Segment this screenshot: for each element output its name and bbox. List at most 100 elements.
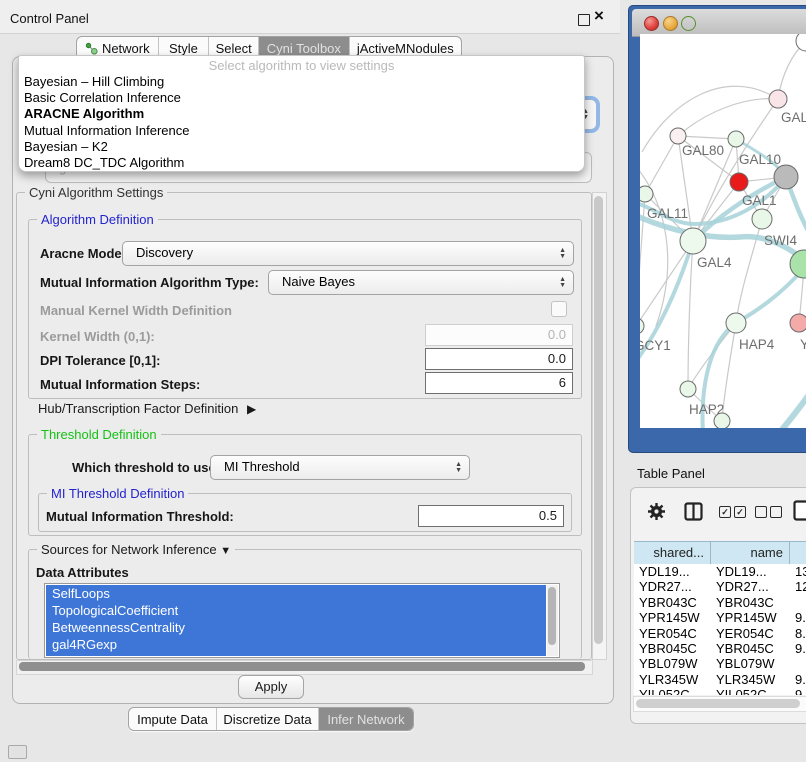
table-hscroll-thumb[interactable] [636, 699, 800, 708]
column-header-cut[interactable] [790, 542, 806, 564]
attribute-list-item[interactable]: SelfLoops [46, 585, 546, 602]
mi-steps-input[interactable]: 6 [425, 372, 573, 394]
aracne-mode-combobox[interactable]: Discovery ▲▼ [122, 241, 574, 266]
close-icon[interactable]: × [594, 6, 604, 26]
network-node-gal10[interactable] [728, 131, 744, 147]
combo-stepper-icon: ▲▼ [455, 462, 462, 474]
table-row[interactable]: YER054CYER054C8. [634, 626, 806, 641]
dpi-tolerance-input[interactable]: 0.0 [425, 348, 573, 370]
document-icon[interactable] [793, 500, 806, 521]
checked-box-icon[interactable]: ✓ [734, 506, 746, 518]
network-node-gal[interactable] [769, 90, 787, 108]
table-row[interactable]: YBR043CYBR043C [634, 595, 806, 610]
network-node-hap4[interactable] [726, 313, 746, 333]
kernel-width-input[interactable]: 0.0 [425, 324, 573, 346]
table-row[interactable]: YIL052CYIL052C9 [634, 687, 806, 695]
attribute-list-item[interactable]: BetweennessCentrality [46, 619, 546, 636]
mi-threshold-title: MI Threshold Definition [47, 486, 188, 501]
table-row[interactable]: YDL19...YDL19...13 [634, 564, 806, 579]
settings-group-title: Cyni Algorithm Settings [25, 185, 167, 200]
network-node-gal11[interactable] [640, 186, 653, 202]
dropdown-item[interactable]: Basic Correlation Inference [19, 90, 584, 106]
tab-label: Select [216, 41, 252, 56]
network-node[interactable] [774, 165, 798, 189]
network-node[interactable] [796, 34, 806, 51]
hub-section-toggle[interactable]: Hub/Transcription Factor Definition ▶ [38, 401, 251, 416]
network-edge[interactable] [688, 241, 693, 389]
checked-box-icon[interactable]: ✓ [719, 506, 731, 518]
network-node-gcy1[interactable] [640, 318, 644, 334]
network-node-y[interactable] [790, 314, 806, 332]
minimized-panel-icon[interactable] [8, 745, 27, 759]
table-row[interactable]: YBL079WYBL079W [634, 656, 806, 671]
attribute-list-item[interactable]: gal4RGexp [46, 636, 546, 653]
mi-threshold-label: Mutual Information Threshold: [46, 509, 234, 524]
dropdown-item[interactable]: ARACNE Algorithm [19, 106, 584, 122]
dropdown-item[interactable]: Bayesian – K2 [19, 139, 584, 155]
dpi-tolerance-label: DPI Tolerance [0,1]: [40, 353, 160, 368]
table-header-row: shared...name [634, 541, 806, 565]
network-edge[interactable] [678, 136, 736, 139]
apply-button[interactable]: Apply [238, 675, 304, 699]
float-panel-icon[interactable] [578, 14, 590, 26]
table-horizontal-scrollbar[interactable] [633, 696, 806, 712]
network-graph: GALGAL80GAL10GAL1SWI4GAL11GAL4GCY1HAP4YH… [640, 34, 806, 428]
table-cell: YBL079W [711, 656, 790, 671]
aracne-mode-value: Discovery [136, 245, 193, 260]
sources-group-toggle[interactable]: Sources for Network Inference ▼ [37, 542, 235, 557]
manual-kernel-checkbox[interactable] [551, 301, 567, 317]
tab-infer-network[interactable]: Infer Network [319, 708, 413, 730]
network-node-hap2[interactable] [680, 381, 696, 397]
dropdown-item[interactable]: Mutual Information Inference [19, 123, 584, 139]
bottom-tabbar: Impute Data Discretize Data Infer Network [128, 707, 414, 731]
attribute-list-item[interactable]: TopologicalCoefficient [46, 602, 546, 619]
data-attributes-label: Data Attributes [36, 565, 129, 580]
table-row[interactable]: YLR345WYLR345W9. [634, 672, 806, 687]
table-row[interactable]: YBR045CYBR045C9. [634, 641, 806, 656]
tab-label: Discretize Data [223, 712, 311, 727]
settings-vertical-scrollbar[interactable] [592, 192, 607, 660]
network-edge[interactable] [758, 379, 806, 428]
network-node-gal1[interactable] [730, 173, 748, 191]
close-traffic-light-icon[interactable] [644, 16, 659, 31]
network-edge[interactable] [645, 136, 678, 194]
gear-icon[interactable] [647, 502, 666, 521]
network-node-swi4[interactable] [752, 209, 772, 229]
dropdown-item[interactable]: Bayesian – Hill Climbing [19, 74, 584, 90]
columns-icon[interactable] [684, 502, 703, 521]
network-node[interactable] [714, 413, 730, 428]
tab-label: Infer Network [327, 712, 404, 727]
manual-kernel-label: Manual Kernel Width Definition [40, 303, 232, 318]
threshold-definition-title: Threshold Definition [37, 427, 161, 442]
data-attributes-list[interactable]: SelfLoopsTopologicalCoefficientBetweenne… [44, 583, 560, 658]
chevron-down-icon: ▼ [220, 545, 231, 557]
network-edge[interactable] [678, 99, 778, 136]
settings-horizontal-scrollbar[interactable] [16, 660, 593, 675]
table-cell: YIL052C [711, 687, 790, 695]
mi-threshold-input[interactable]: 0.5 [418, 505, 564, 527]
minimize-traffic-light-icon[interactable] [663, 16, 678, 31]
table-cell: YBR045C [711, 641, 790, 656]
which-threshold-combobox[interactable]: MI Threshold ▲▼ [210, 455, 470, 480]
column-header-name[interactable]: name [711, 542, 790, 564]
settings-hscroll-thumb[interactable] [19, 662, 585, 671]
table-row[interactable]: YPR145WYPR145W9. [634, 610, 806, 625]
network-node-gal80[interactable] [670, 128, 686, 144]
settings-vscroll-thumb[interactable] [594, 196, 603, 644]
unchecked-box-icon[interactable] [770, 506, 782, 518]
tab-impute-data[interactable]: Impute Data [129, 708, 217, 730]
dropdown-item[interactable]: Dream8 DC_TDC Algorithm [19, 155, 584, 171]
table-row[interactable]: YDR27...YDR27...12 [634, 579, 806, 594]
mi-type-combobox[interactable]: Naive Bayes ▲▼ [268, 270, 574, 295]
network-window-titlebar[interactable] [632, 9, 806, 37]
column-header-shared...[interactable]: shared... [634, 542, 711, 564]
aracne-mode-label: Aracne Mode: [40, 246, 126, 261]
network-node-gal4[interactable] [680, 228, 706, 254]
list-scrollbar[interactable] [547, 585, 558, 656]
list-scrollbar-thumb[interactable] [548, 587, 556, 645]
network-edge[interactable] [640, 194, 645, 324]
unchecked-box-icon[interactable] [755, 506, 767, 518]
network-canvas[interactable]: GALGAL80GAL10GAL1SWI4GAL11GAL4GCY1HAP4YH… [640, 34, 806, 428]
zoom-traffic-light-icon[interactable] [681, 16, 696, 31]
tab-discretize-data[interactable]: Discretize Data [217, 708, 319, 730]
